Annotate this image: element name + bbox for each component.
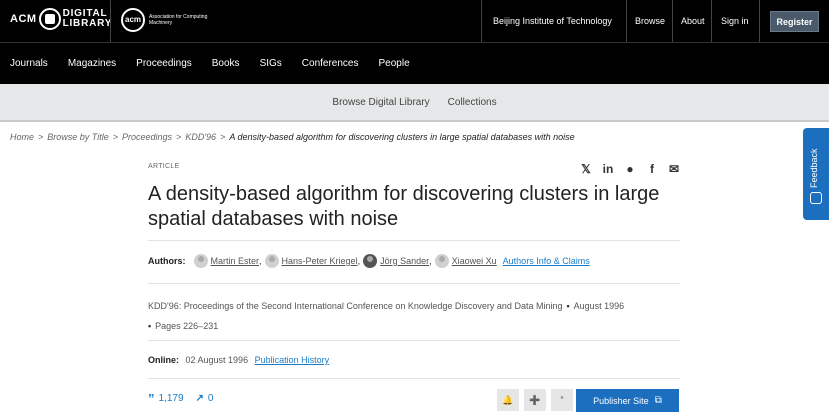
acm-dl-logo[interactable]: ACM DIGITAL LIBRARY <box>10 8 112 30</box>
author-separator: , <box>259 256 262 266</box>
acm-logo-text: Association for Computing Machinery <box>149 14 208 26</box>
bullet: • <box>148 321 152 331</box>
author-avatar <box>363 254 378 268</box>
header-divider <box>110 0 111 42</box>
logo-library: LIBRARY <box>62 18 113 29</box>
article-title: A density-based algorithm for discoverin… <box>148 183 660 230</box>
breadcrumb-separator: > <box>220 132 226 142</box>
nav-books[interactable]: Books <box>212 58 240 69</box>
sub-nav: Browse Digital Library Collections <box>0 84 829 122</box>
browse-digital-library-link[interactable]: Browse Digital Library <box>332 97 429 108</box>
bullet: • <box>566 301 570 311</box>
pages: Pages 226–231 <box>155 321 219 331</box>
breadcrumb: Home > Browse by Title > Proceedings > KDD'96 >… <box>10 132 575 142</box>
bell-icon[interactable]: 🔔 <box>497 389 519 411</box>
publication-date: August 1996 <box>573 301 625 311</box>
author-avatar <box>434 254 449 268</box>
breadcrumb-proceedings[interactable]: Proceedings <box>122 132 172 142</box>
feedback-label: Feedback <box>809 148 819 188</box>
linkedin-icon[interactable]: in <box>597 162 619 176</box>
collections-link[interactable]: Collections <box>448 97 497 108</box>
sign-in-link[interactable]: Sign in <box>721 0 749 42</box>
header-divider <box>672 0 673 42</box>
acm-badge-icon <box>121 8 145 32</box>
article-type-label: ARTICLE <box>148 163 180 170</box>
email-icon[interactable]: ✉ <box>663 162 685 176</box>
proceedings-link[interactable]: KDD'96: Proceedings of the Second Intern… <box>148 301 562 311</box>
breadcrumb-browse-by-title[interactable]: Browse by Title <box>47 132 108 142</box>
about-link[interactable]: About <box>681 0 705 42</box>
author-link[interactable]: Jörg Sander <box>380 256 429 266</box>
download-count[interactable]: 0 <box>208 393 214 404</box>
dl-logo-icon <box>38 8 61 30</box>
metrics-row: ” 1,179 ↗ 0 <box>148 391 213 406</box>
quote-icon[interactable]: ” <box>551 389 573 411</box>
author-avatar <box>193 254 208 268</box>
nav-people[interactable]: People <box>379 58 410 69</box>
breadcrumb-kdd96[interactable]: KDD'96 <box>185 132 216 142</box>
divider <box>148 240 680 241</box>
main-nav: Journals Magazines Proceedings Books SIG… <box>0 42 829 84</box>
nav-conferences[interactable]: Conferences <box>302 58 359 69</box>
publication-history-link[interactable]: Publication History <box>255 355 330 365</box>
author-link[interactable]: Martin Ester <box>211 256 260 266</box>
feedback-icon <box>810 192 822 204</box>
author-separator: , <box>429 256 432 266</box>
publication-info: KDD'96: Proceedings of the Second Intern… <box>148 296 688 336</box>
author-link[interactable]: Hans-Peter Kriegel <box>282 256 358 266</box>
divider <box>148 378 680 379</box>
add-folder-icon[interactable]: ➕ <box>524 389 546 411</box>
citation-count[interactable]: 1,179 <box>159 393 184 404</box>
header-divider <box>759 0 760 42</box>
author-link[interactable]: Xiaowei Xu <box>452 256 497 266</box>
online-date: 02 August 1996 <box>185 355 249 365</box>
register-button[interactable]: Register <box>770 11 819 32</box>
authors-label: Authors: <box>148 256 186 266</box>
author-avatar <box>264 254 279 268</box>
online-row: Online: 02 August 1996 Publication Histo… <box>148 355 329 365</box>
divider <box>148 283 680 284</box>
authors-info-claims-link[interactable]: Authors Info & Claims <box>503 256 590 266</box>
institution-link[interactable]: Beijing Institute of Technology <box>493 0 612 42</box>
feedback-tab[interactable]: Feedback <box>803 128 829 220</box>
browse-link[interactable]: Browse <box>635 0 665 42</box>
trending-icon: ↗ <box>195 393 204 404</box>
author-separator: , <box>357 256 361 266</box>
twitter-icon[interactable]: 𝕏 <box>575 162 597 176</box>
online-label: Online: <box>148 355 179 365</box>
logo-acm-text: ACM <box>10 13 37 25</box>
breadcrumb-separator: > <box>176 132 182 142</box>
share-bar: 𝕏 in ● f ✉ <box>575 162 685 176</box>
breadcrumb-separator: > <box>112 132 118 142</box>
citation-quote-icon: ” <box>148 391 155 406</box>
top-bar: ACM DIGITAL LIBRARY Association for Comp… <box>0 0 829 42</box>
publisher-site-label: Publisher Site <box>593 395 649 406</box>
facebook-icon[interactable]: f <box>641 162 663 176</box>
breadcrumb-separator: > <box>38 132 44 142</box>
header-divider <box>711 0 712 42</box>
breadcrumb-home[interactable]: Home <box>10 132 34 142</box>
nav-sigs[interactable]: SIGs <box>260 58 282 69</box>
divider <box>148 340 680 341</box>
breadcrumb-current: A density-based algorithm for discoverin… <box>229 132 575 142</box>
logo-dl-text: DIGITAL LIBRARY <box>63 9 113 29</box>
header-divider <box>626 0 627 42</box>
acm-logo[interactable]: Association for Computing Machinery <box>121 8 209 32</box>
nav-journals[interactable]: Journals <box>10 58 48 69</box>
nav-magazines[interactable]: Magazines <box>68 58 116 69</box>
authors-row: Authors: Martin Ester, Hans-Peter Kriege… <box>148 254 590 268</box>
nav-proceedings[interactable]: Proceedings <box>136 58 192 69</box>
header-divider <box>481 0 482 42</box>
reddit-icon[interactable]: ● <box>619 162 641 176</box>
publisher-site-button[interactable]: Publisher Site ⧉ <box>576 389 679 412</box>
external-link-icon: ⧉ <box>654 395 662 406</box>
